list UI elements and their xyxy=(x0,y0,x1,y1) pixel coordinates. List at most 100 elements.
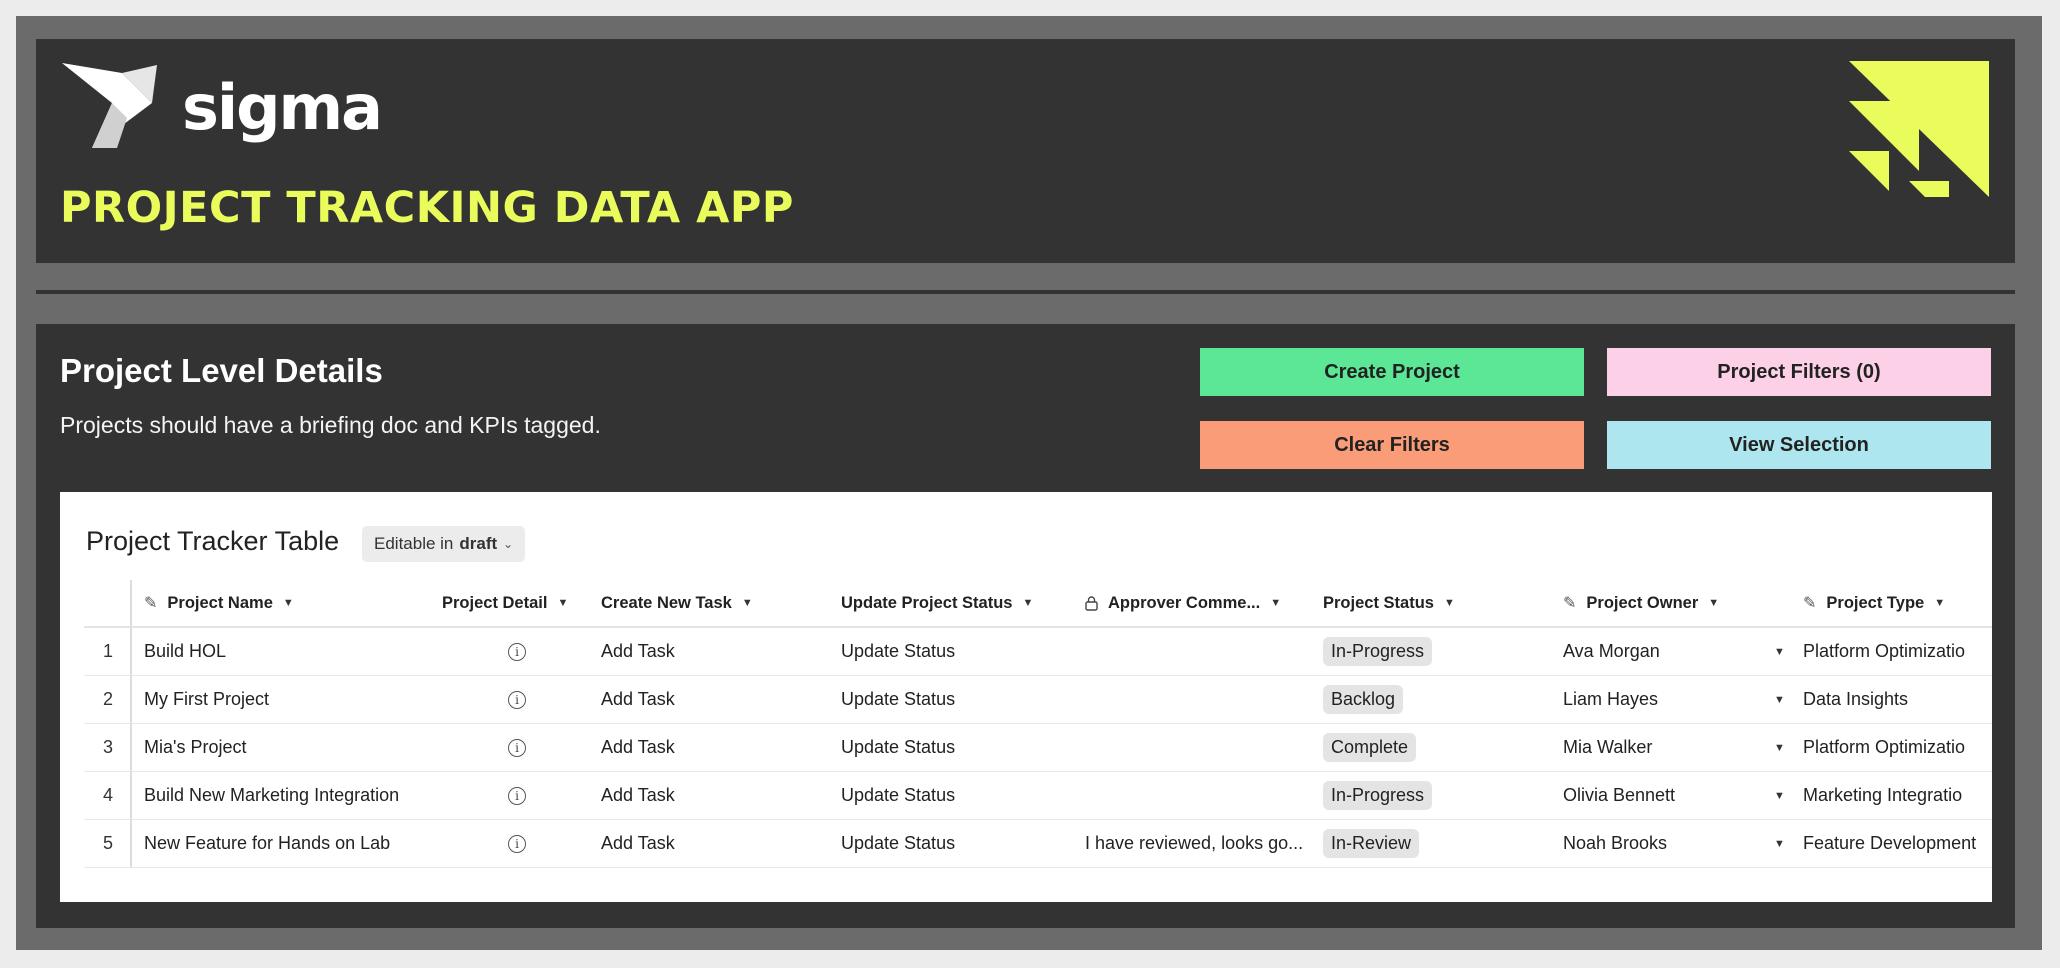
col-header-project-type[interactable]: ✎ Project Type ▼ xyxy=(1803,580,1992,626)
section-title: Project Level Details xyxy=(60,352,383,389)
status-pill: In-Review xyxy=(1323,829,1420,858)
status-pill: In-Progress xyxy=(1323,637,1433,666)
col-header-project-name[interactable]: ✎ Project Name ▼ xyxy=(144,580,434,626)
cell-add-task[interactable]: Add Task xyxy=(601,628,831,675)
cell-project-status: Complete xyxy=(1323,724,1543,771)
create-project-button[interactable]: Create Project xyxy=(1200,348,1584,396)
cell-add-task[interactable]: Add Task xyxy=(601,676,831,723)
cell-project-type[interactable]: Platform Optimizatio xyxy=(1803,628,1992,675)
col-header-update-status[interactable]: Update Project Status ▼ xyxy=(841,580,1081,626)
table-row[interactable]: 5 New Feature for Hands on Lab i Add Tas… xyxy=(84,820,1992,868)
cell-approver-comment xyxy=(1085,676,1313,723)
cell-project-name[interactable]: Build HOL xyxy=(144,628,434,675)
clear-filters-button[interactable]: Clear Filters xyxy=(1200,421,1584,469)
cell-project-status: In-Review xyxy=(1323,820,1543,867)
header-panel: sigma PROJECT TRACKING DATA APP xyxy=(36,39,2015,263)
cell-project-detail[interactable]: i xyxy=(442,676,592,723)
status-pill: In-Progress xyxy=(1323,781,1433,810)
caret-down-icon[interactable]: ▼ xyxy=(557,597,568,609)
row-number: 1 xyxy=(102,641,113,661)
cell-project-name[interactable]: Mia's Project xyxy=(144,724,434,771)
cell-add-task[interactable]: Add Task xyxy=(601,724,831,771)
info-icon[interactable]: i xyxy=(508,834,526,853)
cell-project-status: Backlog xyxy=(1323,676,1543,723)
sigma-logo-icon xyxy=(62,63,157,148)
table-row[interactable]: 4 Build New Marketing Integration i Add … xyxy=(84,772,1992,820)
cell-approver-comment: I have reviewed, looks go... xyxy=(1085,833,1304,853)
caret-down-icon[interactable]: ▼ xyxy=(1708,597,1719,609)
table-row[interactable]: 1 Build HOL i Add Task Update Status In-… xyxy=(84,628,1992,676)
col-header-project-detail[interactable]: Project Detail ▼ xyxy=(442,580,592,626)
project-details-panel: Project Level Details Projects should ha… xyxy=(36,324,2015,928)
cell-project-owner[interactable]: Olivia Bennett xyxy=(1563,772,1763,819)
cell-project-detail[interactable]: i xyxy=(442,820,592,867)
row-number: 2 xyxy=(102,689,113,709)
cell-project-type[interactable]: Platform Optimizatio xyxy=(1803,724,1992,771)
table-row[interactable]: 2 My First Project i Add Task Update Sta… xyxy=(84,676,1992,724)
cell-update-status[interactable]: Update Status xyxy=(841,820,1081,867)
cell-approver-comment xyxy=(1085,628,1313,675)
table-grid: ✎ Project Name ▼ Project Detail ▼ Create… xyxy=(84,580,1992,868)
caret-down-icon[interactable]: ▼ xyxy=(742,597,753,609)
col-label: Project Type xyxy=(1826,593,1925,612)
row-number: 4 xyxy=(102,785,113,805)
table-row[interactable]: 3 Mia's Project i Add Task Update Status… xyxy=(84,724,1992,772)
cell-add-task[interactable]: Add Task xyxy=(601,772,831,819)
cell-update-status[interactable]: Update Status xyxy=(841,628,1081,675)
cell-project-type[interactable]: Marketing Integratio xyxy=(1803,772,1992,819)
col-label: Project Name xyxy=(167,593,273,612)
cell-project-detail[interactable]: i xyxy=(442,628,592,675)
owner-dropdown-icon[interactable]: ▼ xyxy=(1774,724,1785,771)
cell-project-owner[interactable]: Mia Walker xyxy=(1563,724,1763,771)
pencil-icon: ✎ xyxy=(144,595,158,612)
col-header-approver-comments[interactable]: Approver Comme... ▼ xyxy=(1085,580,1313,626)
info-icon[interactable]: i xyxy=(508,690,526,709)
cell-project-type[interactable]: Data Insights xyxy=(1803,676,1992,723)
cell-project-name[interactable]: My First Project xyxy=(144,676,434,723)
editable-draft-badge[interactable]: Editable in draft ⌄ xyxy=(362,526,526,562)
cell-project-status: In-Progress xyxy=(1323,772,1543,819)
cell-update-status[interactable]: Update Status xyxy=(841,772,1081,819)
section-divider xyxy=(36,290,2015,294)
caret-down-icon[interactable]: ▼ xyxy=(1270,597,1281,609)
cell-project-name[interactable]: New Feature for Hands on Lab xyxy=(144,820,434,867)
table-title: Project Tracker Table xyxy=(86,526,340,556)
owner-dropdown-icon[interactable]: ▼ xyxy=(1774,772,1785,819)
app-title: PROJECT TRACKING DATA APP xyxy=(60,183,794,233)
owner-dropdown-icon[interactable]: ▼ xyxy=(1774,676,1785,723)
col-label: Project Owner xyxy=(1586,593,1699,612)
info-icon[interactable]: i xyxy=(508,642,526,661)
row-number-column xyxy=(84,580,132,626)
view-selection-button[interactable]: View Selection xyxy=(1607,421,1991,469)
cell-approver-comment xyxy=(1085,772,1313,819)
col-header-project-status[interactable]: Project Status ▼ xyxy=(1323,580,1543,626)
cell-project-type[interactable]: Feature Development xyxy=(1803,820,1992,867)
brand-arrows-icon xyxy=(1849,61,1989,197)
project-filters-button[interactable]: Project Filters (0) xyxy=(1607,348,1991,396)
cell-project-status: In-Progress xyxy=(1323,628,1543,675)
cell-project-detail[interactable]: i xyxy=(442,724,592,771)
cell-project-owner[interactable]: Liam Hayes xyxy=(1563,676,1763,723)
sigma-logo: sigma xyxy=(62,63,402,163)
cell-project-detail[interactable]: i xyxy=(442,772,592,819)
caret-down-icon[interactable]: ▼ xyxy=(283,597,294,609)
cell-update-status[interactable]: Update Status xyxy=(841,724,1081,771)
cell-project-name[interactable]: Build New Marketing Integration xyxy=(144,772,434,819)
status-pill: Complete xyxy=(1323,733,1417,762)
col-header-project-owner[interactable]: ✎ Project Owner ▼ xyxy=(1563,580,1793,626)
cell-add-task[interactable]: Add Task xyxy=(601,820,831,867)
owner-dropdown-icon[interactable]: ▼ xyxy=(1774,628,1785,675)
caret-down-icon[interactable]: ▼ xyxy=(1934,597,1945,609)
col-header-create-task[interactable]: Create New Task ▼ xyxy=(601,580,831,626)
chevron-down-icon: ⌄ xyxy=(503,537,514,551)
owner-dropdown-icon[interactable]: ▼ xyxy=(1774,820,1785,867)
row-number: 3 xyxy=(102,737,113,757)
info-icon[interactable]: i xyxy=(508,738,526,757)
cell-project-owner[interactable]: Noah Brooks xyxy=(1563,820,1763,867)
caret-down-icon[interactable]: ▼ xyxy=(1022,597,1033,609)
status-pill: Backlog xyxy=(1323,685,1404,714)
caret-down-icon[interactable]: ▼ xyxy=(1444,597,1455,609)
cell-update-status[interactable]: Update Status xyxy=(841,676,1081,723)
cell-project-owner[interactable]: Ava Morgan xyxy=(1563,628,1763,675)
info-icon[interactable]: i xyxy=(508,786,526,805)
